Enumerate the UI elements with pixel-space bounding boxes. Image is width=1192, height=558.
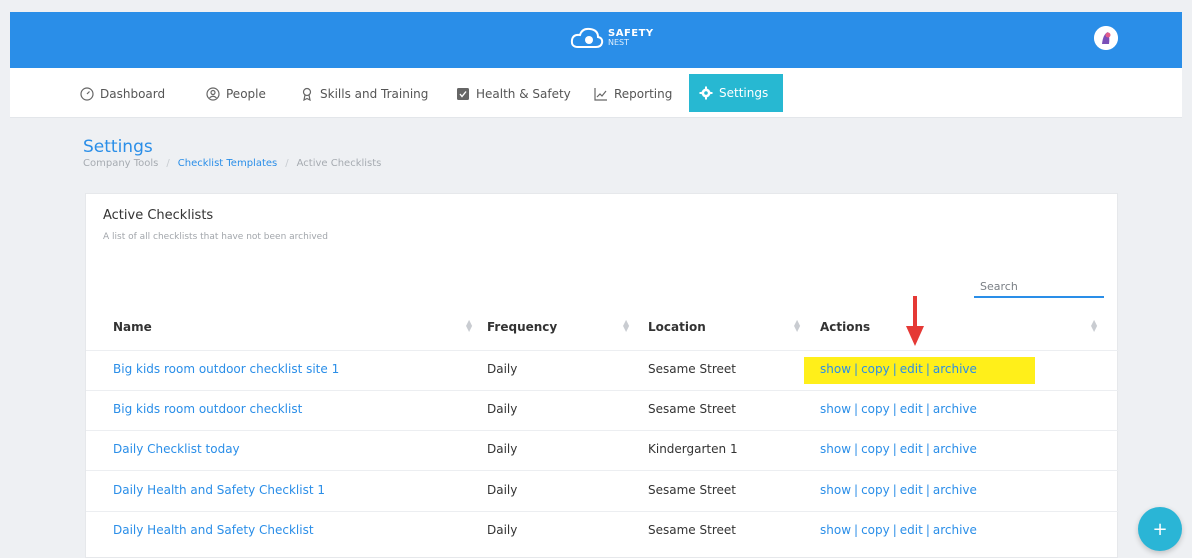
top-header: SAFETY NEST	[10, 12, 1182, 68]
breadcrumb: Company Tools / Checklist Templates / Ac…	[83, 158, 381, 169]
row-divider	[86, 470, 1119, 471]
nav-item-skills-training[interactable]: Skills and Training	[290, 78, 438, 110]
row-divider	[86, 350, 1119, 351]
row-actions: show | copy | edit | archive	[820, 402, 977, 416]
card-title: Active Checklists	[103, 208, 214, 223]
nav-item-settings[interactable]: Settings	[689, 74, 783, 112]
checkbox-icon	[457, 88, 469, 100]
checklist-location: Sesame Street	[648, 402, 736, 416]
show-link[interactable]: show	[820, 442, 851, 456]
edit-link[interactable]: edit	[900, 362, 923, 376]
column-header-frequency[interactable]: Frequency	[487, 320, 557, 334]
row-actions: show | copy | edit | archive	[820, 523, 977, 537]
sort-icon[interactable]: ▲ ▼	[794, 319, 802, 333]
checklist-name-link[interactable]: Daily Health and Safety Checklist 1	[113, 483, 325, 497]
nav-label-reporting: Reporting	[614, 87, 673, 101]
row-divider	[86, 390, 1119, 391]
nav-label-health-safety: Health & Safety	[476, 87, 571, 101]
plus-icon: +	[1152, 518, 1168, 540]
archive-link[interactable]: archive	[933, 442, 977, 456]
breadcrumb-company-tools[interactable]: Company Tools	[83, 158, 158, 169]
nav-label-settings: Settings	[719, 86, 769, 100]
app-logo[interactable]: SAFETY NEST	[570, 25, 654, 51]
nav-item-reporting[interactable]: Reporting	[584, 78, 682, 110]
archive-link[interactable]: archive	[933, 523, 977, 537]
award-icon	[302, 87, 312, 101]
arrow-down-annotation-icon	[906, 296, 924, 346]
search-input[interactable]	[974, 276, 1104, 298]
show-link[interactable]: show	[820, 523, 851, 537]
row-actions: show | copy | edit | archive	[820, 483, 977, 497]
avatar-icon	[1094, 26, 1118, 50]
page-title: Settings	[83, 137, 153, 157]
gear-icon	[699, 86, 713, 100]
column-header-actions: Actions	[820, 320, 871, 334]
archive-link[interactable]: archive	[933, 362, 977, 376]
edit-link[interactable]: edit	[900, 402, 923, 416]
user-avatar[interactable]	[1094, 26, 1118, 50]
add-fab-button[interactable]: +	[1138, 507, 1182, 551]
checklist-location: Kindergarten 1	[648, 442, 738, 456]
checklist-location: Sesame Street	[648, 523, 736, 537]
card-subtitle: A list of all checklists that have not b…	[103, 232, 328, 242]
archive-link[interactable]: archive	[933, 483, 977, 497]
checklist-name-link[interactable]: Daily Health and Safety Checklist	[113, 523, 314, 537]
row-divider	[86, 511, 1119, 512]
checklist-name-link[interactable]: Big kids room outdoor checklist	[113, 402, 302, 416]
breadcrumb-active-checklists: Active Checklists	[296, 158, 382, 169]
copy-link[interactable]: copy	[861, 523, 890, 537]
column-header-name[interactable]: Name	[113, 320, 152, 334]
copy-link[interactable]: copy	[861, 402, 890, 416]
column-header-location[interactable]: Location	[648, 320, 706, 334]
nav-item-dashboard[interactable]: Dashboard	[70, 78, 175, 110]
archive-link[interactable]: archive	[933, 402, 977, 416]
nav-item-health-safety[interactable]: Health & Safety	[446, 78, 581, 110]
checklist-name-link[interactable]: Big kids room outdoor checklist site 1	[113, 362, 339, 376]
chart-icon	[594, 88, 607, 101]
nav-label-skills-training: Skills and Training	[320, 87, 429, 101]
breadcrumb-checklist-templates[interactable]: Checklist Templates	[178, 158, 277, 169]
checklist-frequency: Daily	[487, 442, 518, 456]
checklist-location: Sesame Street	[648, 362, 736, 376]
checklist-frequency: Daily	[487, 362, 518, 376]
sort-icon[interactable]: ▲ ▼	[466, 319, 474, 333]
sort-icon[interactable]: ▲ ▼	[1091, 319, 1099, 333]
show-link[interactable]: show	[820, 402, 851, 416]
edit-link[interactable]: edit	[900, 483, 923, 497]
edit-link[interactable]: edit	[900, 442, 923, 456]
breadcrumb-separator: /	[166, 158, 170, 169]
cloud-logo-icon	[570, 27, 604, 48]
nav-label-dashboard: Dashboard	[100, 87, 166, 101]
checklist-frequency: Daily	[487, 402, 518, 416]
row-divider	[86, 430, 1119, 431]
copy-link[interactable]: copy	[861, 483, 890, 497]
dashboard-icon	[80, 87, 94, 101]
active-checklists-card: Active Checklists A list of all checklis…	[85, 193, 1119, 558]
person-icon	[206, 87, 220, 101]
nav-label-people: People	[226, 87, 266, 101]
row-actions: show | copy | edit | archive	[820, 442, 977, 456]
logo-text-nest: NEST	[608, 38, 630, 47]
checklist-frequency: Daily	[487, 523, 518, 537]
edit-link[interactable]: edit	[900, 523, 923, 537]
checklist-frequency: Daily	[487, 483, 518, 497]
checklist-location: Sesame Street	[648, 483, 736, 497]
show-link[interactable]: show	[820, 362, 851, 376]
main-nav: Dashboard People Skills and Training Hea…	[10, 68, 1182, 118]
breadcrumb-separator: /	[285, 158, 289, 169]
row-actions: show | copy | edit | archive	[820, 362, 977, 376]
copy-link[interactable]: copy	[861, 362, 890, 376]
nav-item-people[interactable]: People	[196, 78, 276, 110]
sort-icon[interactable]: ▲ ▼	[623, 319, 631, 333]
copy-link[interactable]: copy	[861, 442, 890, 456]
show-link[interactable]: show	[820, 483, 851, 497]
checklist-name-link[interactable]: Daily Checklist today	[113, 442, 240, 456]
